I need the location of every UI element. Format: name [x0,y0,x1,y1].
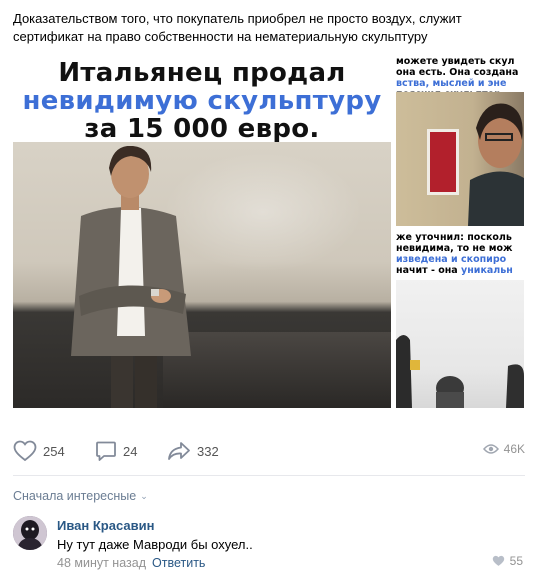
avatar[interactable] [13,516,47,550]
chevron-down-icon: ⌄ [140,490,148,501]
sculptor-photo [13,142,391,408]
side-bottom-caption: же уточнил: посколь невидима, то не мож … [396,232,513,276]
comments-sort-label: Сначала интересные [13,489,137,503]
views-count: 46K [503,442,525,456]
auction-room-photo [396,280,524,408]
gallery-room-photo [396,92,524,226]
comment-text: Ну тут даже Мавроди бы охуел.. [57,537,253,552]
post-text: Доказательством того, что покупатель при… [13,11,462,44]
comment-button[interactable]: 24 [95,440,137,462]
headline-line-1: Итальянец продал [58,58,346,88]
comments-sort-dropdown[interactable]: Сначала интересные ⌄ [13,489,148,503]
comment-time[interactable]: 48 минут назад [57,556,146,570]
headline-line-3: за 15 000 евро. [84,114,320,144]
comment-meta: 48 минут назад Ответить [57,556,205,570]
comment-count: 24 [123,443,138,459]
side-photo-top[interactable]: можете увидеть скул она есть. Она создан… [396,56,524,226]
man-figure [71,146,191,408]
comment-like-count: 55 [509,554,523,568]
main-photo[interactable]: Итальянец продал невидимую скульптуру за… [13,56,391,408]
side-photo-bottom[interactable]: же уточнил: посколь невидима, то не мож … [396,232,524,408]
like-count: 254 [43,443,65,459]
reply-button[interactable]: Ответить [152,556,205,570]
post-actions: 254 24 332 46K [13,440,525,462]
red-painting [430,132,456,192]
share-button[interactable]: 332 [167,440,219,462]
headline: Итальянец продал невидимую скульптуру за… [13,56,391,144]
headline-line-2: невидимую скульптуру [22,86,382,116]
heart-icon [492,555,504,566]
comment: Иван Красавин Ну тут даже Мавроди бы оху… [13,516,525,572]
eye-icon [482,444,499,454]
comment-icon [96,441,116,461]
divider [13,475,525,476]
heart-icon [13,440,37,462]
share-icon [168,442,190,460]
comment-like-button[interactable]: 55 [492,554,523,568]
like-button[interactable]: 254 [13,440,65,462]
share-count: 332 [197,443,219,459]
photo-gallery[interactable]: Итальянец продал невидимую скульптуру за… [13,56,524,408]
comment-author[interactable]: Иван Красавин [57,518,154,533]
views-counter: 46K [482,442,525,456]
